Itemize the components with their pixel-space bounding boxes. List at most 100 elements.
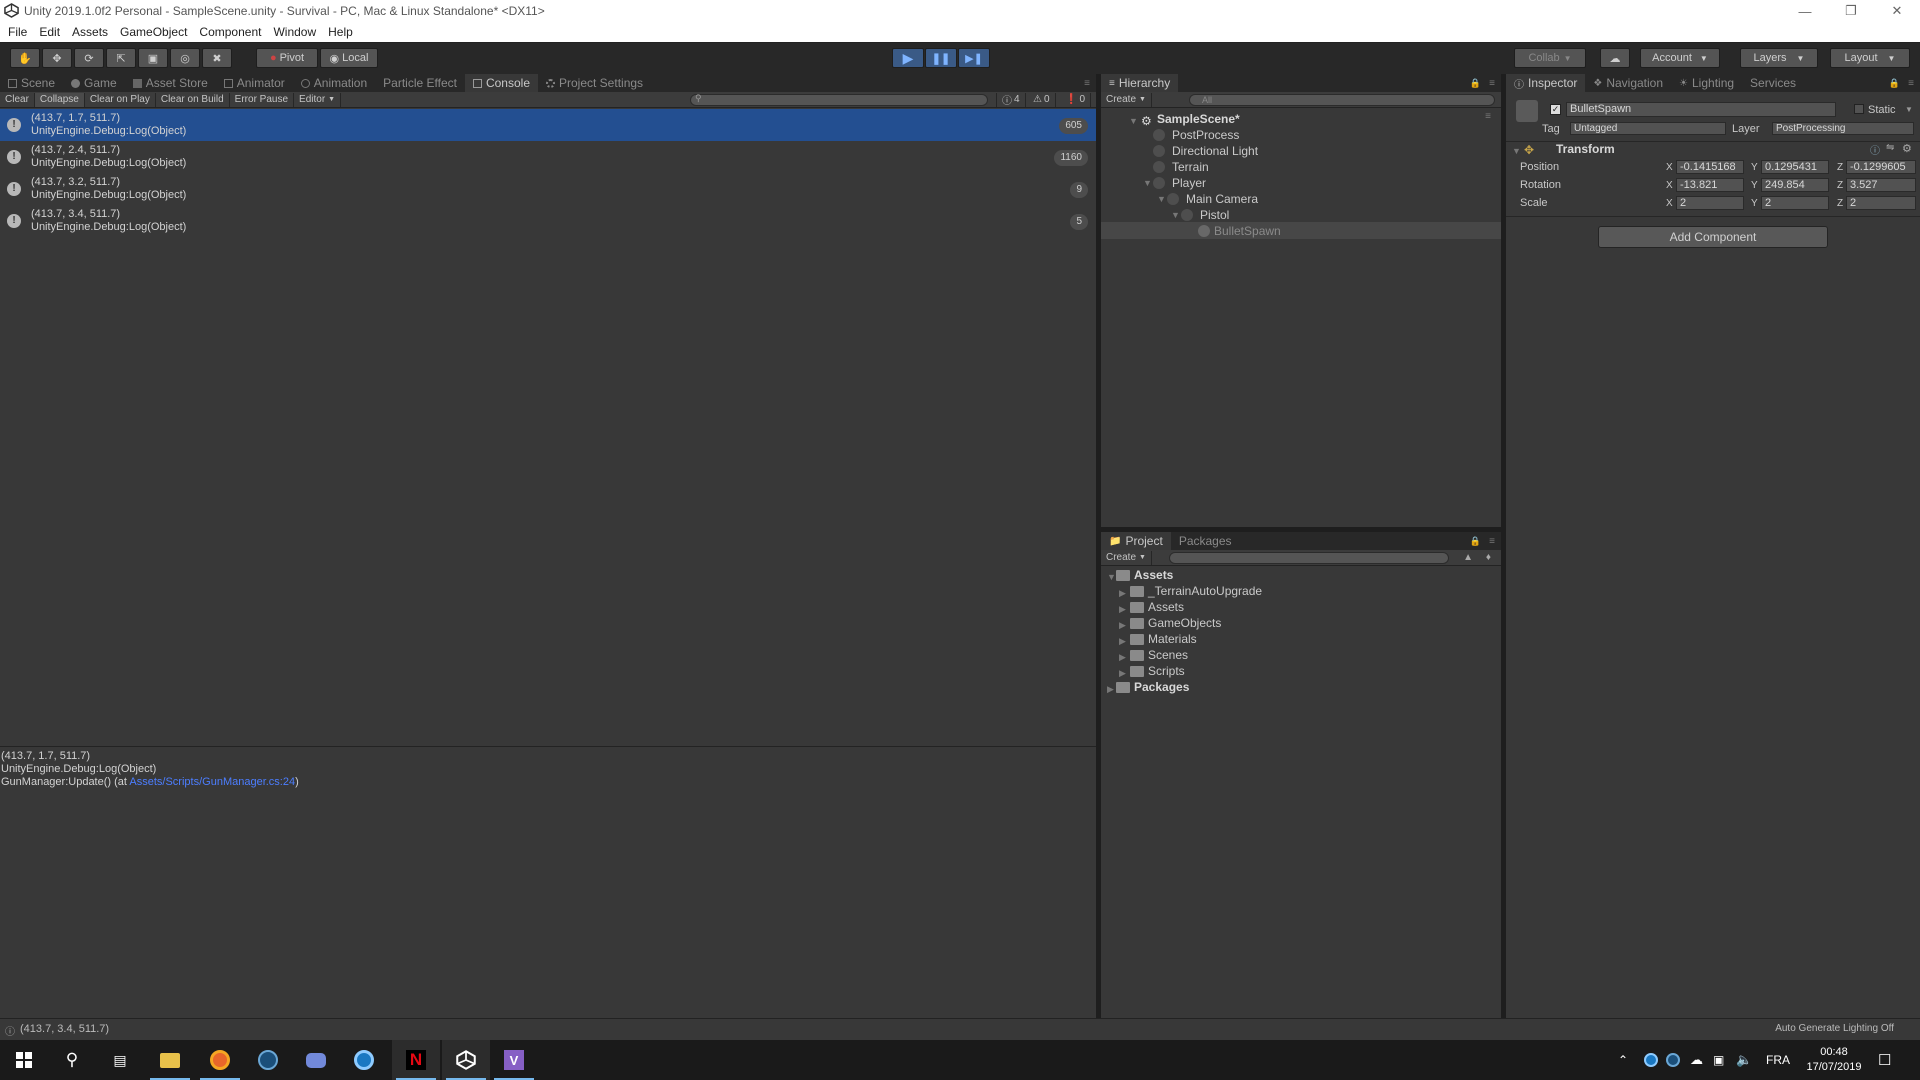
tray-update[interactable]: ☁ [1690,1040,1703,1080]
project-search-input[interactable] [1169,552,1449,564]
error-count-toggle[interactable]: ❗ 0 [1060,92,1092,107]
menu-file[interactable]: File [8,25,27,39]
account-dropdown[interactable]: Account ▼ [1640,48,1720,68]
move-tool-button[interactable]: ✥ [42,48,72,68]
fold-arrow-icon[interactable]: ▶ [1119,620,1126,631]
fold-arrow-icon[interactable]: ▼ [1157,194,1166,204]
preset-icon[interactable]: ⇋ [1886,142,1894,153]
collapse-button[interactable]: Collapse [34,92,85,107]
panel-menu-icon[interactable]: ≡ [1489,536,1495,547]
add-component-button[interactable]: Add Component [1598,226,1828,248]
fold-arrow-icon[interactable]: ▼ [1512,146,1521,156]
taskbar-discord[interactable] [292,1040,340,1080]
collab-dropdown[interactable]: Collab ▼ [1514,48,1586,68]
tray-steam[interactable] [1666,1040,1680,1080]
error-pause-button[interactable]: Error Pause [230,92,295,107]
rotation-x-field[interactable]: -13.821 [1676,178,1744,192]
start-button[interactable] [0,1040,48,1080]
fold-arrow-icon[interactable]: ▼ [1171,210,1180,220]
rect-tool-button[interactable]: ▣ [138,48,168,68]
position-y-field[interactable]: 0.1295431 [1761,160,1829,174]
filter-label-icon[interactable]: ♦ [1486,552,1491,563]
project-assets-root[interactable]: Assets [1134,567,1173,583]
hierarchy-item-main-camera[interactable]: Main Camera [1186,191,1258,207]
tab-project-settings[interactable]: Project Settings [538,74,651,92]
log-entry[interactable]: ! (413.7, 2.4, 511.7) UnityEngine.Debug:L… [0,141,1096,173]
show-hidden-icons[interactable]: ⌃ [1618,1040,1628,1080]
fold-arrow-icon[interactable]: ▶ [1119,636,1126,647]
warning-count-toggle[interactable]: ⚠ 0 [1028,92,1056,107]
taskbar-unity[interactable] [442,1040,490,1080]
project-folder[interactable]: GameObjects [1148,615,1221,631]
hand-tool-button[interactable]: ✋ [10,48,40,68]
layers-dropdown[interactable]: Layers ▼ [1740,48,1818,68]
tab-lighting[interactable]: ☀ Lighting [1671,74,1742,92]
stacktrace-link[interactable]: Assets/Scripts/GunManager.cs:24 [129,776,295,788]
scale-x-field[interactable]: 2 [1676,196,1744,210]
project-folder[interactable]: Materials [1148,631,1197,647]
project-folder[interactable]: _TerrainAutoUpgrade [1148,583,1262,599]
taskbar-uplay[interactable] [340,1040,388,1080]
tray-clock[interactable]: 00:48 17/07/2019 [1800,1040,1868,1080]
tab-game[interactable]: Game [63,74,125,92]
log-entry[interactable]: ! (413.7, 3.2, 511.7) UnityEngine.Debug:L… [0,173,1096,205]
console-search-input[interactable]: ⚲ [690,93,988,106]
static-checkbox[interactable] [1854,104,1864,114]
tab-console[interactable]: Console [464,74,538,92]
fold-arrow-icon[interactable]: ▶ [1119,668,1126,679]
close-button[interactable]: ✕ [1874,0,1920,22]
taskbar-netflix[interactable]: N [392,1040,440,1080]
scene-menu-icon[interactable]: ≡ [1485,111,1491,122]
clear-on-build-button[interactable]: Clear on Build [156,92,230,107]
menu-window[interactable]: Window [273,25,316,39]
taskbar-firefox[interactable] [196,1040,244,1080]
transform-tool-button[interactable]: ◎ [170,48,200,68]
hierarchy-scene[interactable]: SampleScene* [1157,111,1240,127]
project-folder[interactable]: Assets [1148,599,1184,615]
lock-icon[interactable]: 🔒 [1470,78,1481,89]
fold-arrow-icon[interactable]: ▼ [1129,116,1138,126]
rotate-tool-button[interactable]: ⟳ [74,48,104,68]
panel-menu-icon[interactable]: ≡ [1084,78,1090,89]
tab-particle-effect[interactable]: Particle Effect [375,74,465,92]
step-button[interactable]: ▶❚ [958,48,990,68]
lock-icon[interactable]: 🔒 [1470,536,1481,547]
tab-project[interactable]: 📁 Project [1101,532,1171,550]
chevron-down-icon[interactable]: ▼ [1905,105,1913,114]
custom-tool-button[interactable]: ✖ [202,48,232,68]
restore-button[interactable]: ❐ [1828,0,1874,22]
tab-hierarchy[interactable]: ≡ Hierarchy [1101,74,1179,92]
panel-menu-icon[interactable]: ≡ [1489,78,1495,89]
local-toggle[interactable]: ◉ Local [320,48,378,68]
help-icon[interactable]: ⓘ [1870,142,1880,157]
position-z-field[interactable]: -0.1299605 [1846,160,1916,174]
tab-services[interactable]: Services [1742,74,1804,92]
pause-button[interactable]: ❚❚ [925,48,957,68]
clear-button[interactable]: Clear [0,92,35,107]
gameobject-icon[interactable] [1516,100,1538,122]
taskbar-file-explorer[interactable] [146,1040,194,1080]
hierarchy-item-terrain[interactable]: Terrain [1172,159,1209,175]
hierarchy-item-directional-light[interactable]: Directional Light [1172,143,1258,159]
rotation-y-field[interactable]: 249.854 [1761,178,1829,192]
fold-arrow-icon[interactable]: ▶ [1119,588,1126,599]
tag-dropdown[interactable]: Untagged [1570,122,1726,135]
minimize-button[interactable]: — [1782,0,1828,22]
fold-arrow-icon[interactable]: ▼ [1107,572,1116,582]
create-dropdown[interactable]: Create ▼ [1101,92,1152,107]
project-folder[interactable]: Scripts [1148,663,1185,679]
fold-arrow-icon[interactable]: ▶ [1107,684,1114,695]
tab-animation[interactable]: Animation [293,74,375,92]
scale-y-field[interactable]: 2 [1761,196,1829,210]
tab-animator[interactable]: Animator [216,74,293,92]
hierarchy-item-player[interactable]: Player [1172,175,1206,191]
panel-menu-icon[interactable]: ≡ [1908,78,1914,89]
create-dropdown[interactable]: Create ▼ [1101,550,1152,565]
fold-arrow-icon[interactable]: ▶ [1119,604,1126,615]
action-center-button[interactable]: ☐ [1878,1040,1891,1080]
project-packages-root[interactable]: Packages [1134,679,1189,695]
search-button[interactable]: ⚲ [48,1040,96,1080]
menu-help[interactable]: Help [328,25,353,39]
task-view-button[interactable]: ▤ [96,1040,144,1080]
filter-type-icon[interactable]: ▲ [1463,552,1473,563]
